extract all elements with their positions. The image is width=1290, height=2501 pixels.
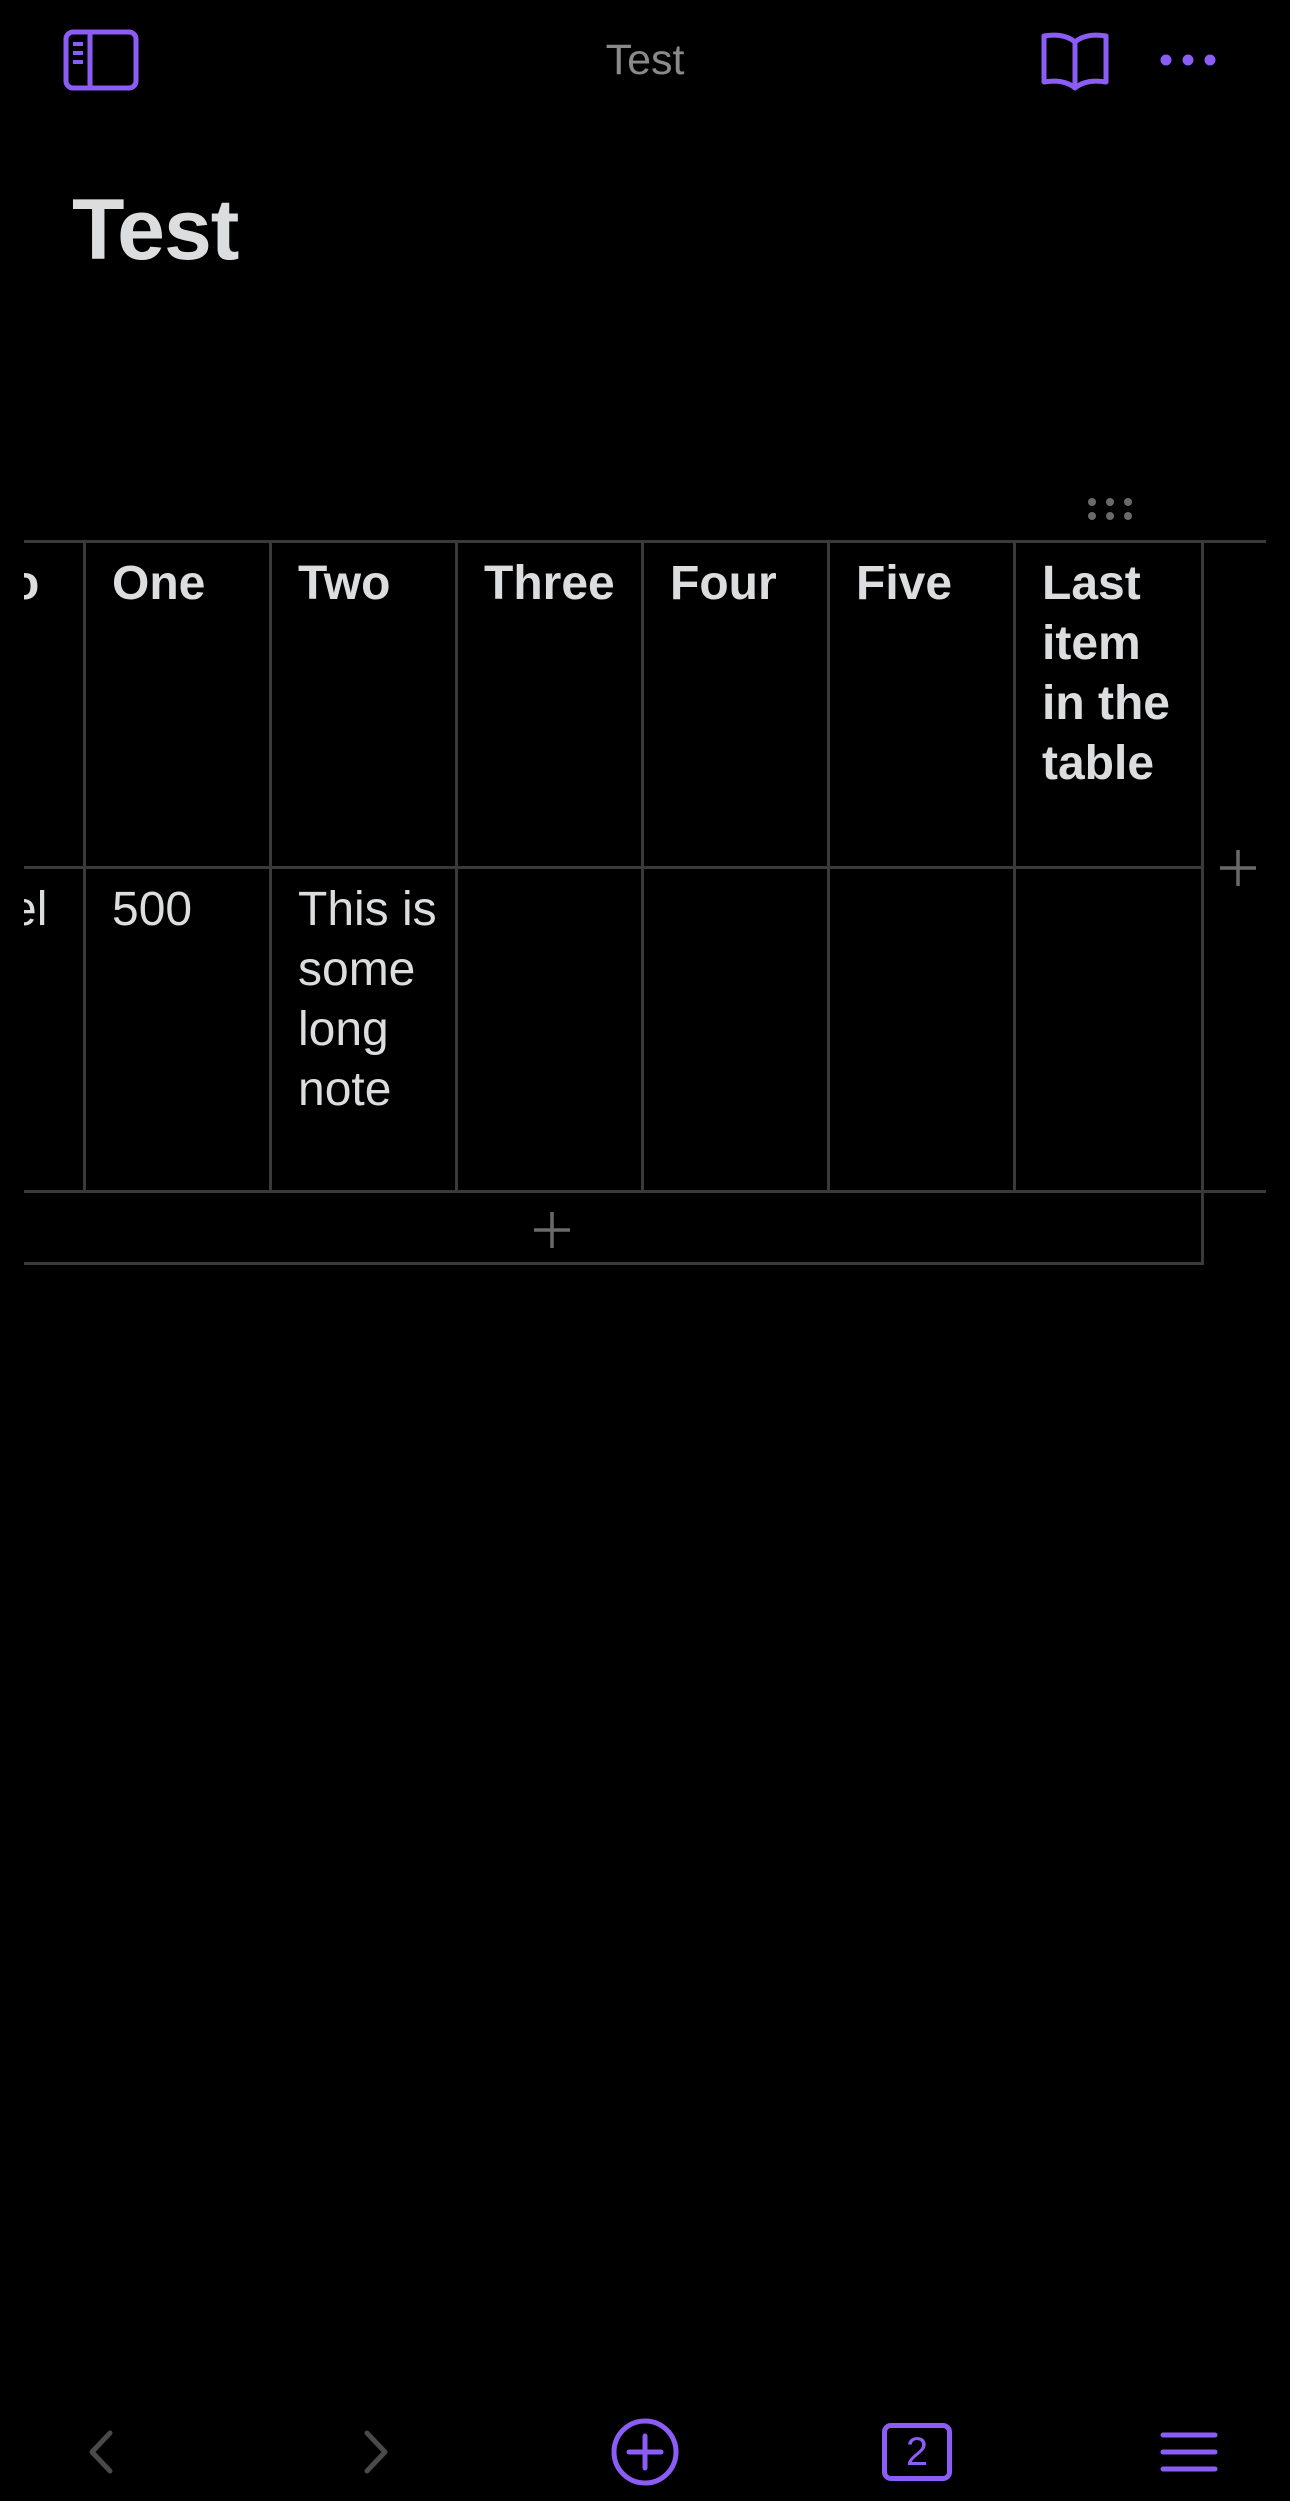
table-header-cell[interactable]: Five bbox=[830, 540, 1016, 866]
table-cell[interactable]: This is some long note bbox=[272, 866, 458, 1190]
plus-circle-icon bbox=[611, 2418, 679, 2486]
table-cell-partial[interactable]: el bbox=[24, 866, 86, 1190]
chevron-right-icon bbox=[364, 2430, 388, 2474]
plus-icon bbox=[534, 1212, 570, 1248]
ellipsis-icon bbox=[1160, 54, 1216, 66]
add-row-button[interactable] bbox=[522, 1202, 582, 1258]
add-column-button[interactable] bbox=[1210, 840, 1266, 896]
table-cell[interactable] bbox=[644, 866, 830, 1190]
table-header-cell[interactable]: Four bbox=[644, 540, 830, 866]
note-title[interactable]: Test bbox=[72, 180, 239, 280]
tabs-icon: 2 bbox=[882, 2423, 952, 2481]
tabs-count: 2 bbox=[905, 2429, 929, 2474]
chevron-left-icon bbox=[89, 2430, 113, 2474]
table-header-cell[interactable]: Three bbox=[458, 540, 644, 866]
reading-view-button[interactable] bbox=[1030, 24, 1120, 96]
table-border-bottom bbox=[24, 1262, 1204, 1265]
hamburger-icon bbox=[1160, 2432, 1218, 2472]
forward-button[interactable] bbox=[330, 2410, 420, 2494]
table-cell[interactable] bbox=[458, 866, 644, 1190]
table-border-row bbox=[24, 1190, 1266, 1193]
book-open-icon bbox=[1041, 32, 1109, 91]
menu-button[interactable] bbox=[1144, 2410, 1234, 2494]
table-border-right bbox=[1201, 1190, 1204, 1264]
table-handle[interactable] bbox=[1082, 494, 1138, 524]
table-header-cell[interactable]: Two bbox=[272, 540, 458, 866]
back-button[interactable] bbox=[57, 2410, 147, 2494]
table-cell[interactable]: 500 bbox=[86, 866, 272, 1190]
tabs-button[interactable]: 2 bbox=[872, 2410, 962, 2494]
sidebar-toggle-button[interactable] bbox=[60, 26, 142, 94]
more-options-button[interactable] bbox=[1150, 30, 1226, 90]
drag-handle-icon bbox=[1088, 498, 1132, 520]
table-cell[interactable] bbox=[830, 866, 1016, 1190]
top-bar: Test bbox=[0, 0, 1290, 120]
window-title: Test bbox=[605, 36, 685, 84]
table-header-cell-partial[interactable]: o bbox=[24, 540, 86, 866]
new-note-button[interactable] bbox=[600, 2410, 690, 2494]
sidebar-toggle-icon bbox=[63, 29, 139, 91]
table-header-cell[interactable]: One bbox=[86, 540, 272, 866]
table-header-cell[interactable]: Last item in the table bbox=[1016, 540, 1204, 866]
plus-icon bbox=[1220, 850, 1256, 886]
table-cell[interactable] bbox=[1016, 866, 1204, 1190]
